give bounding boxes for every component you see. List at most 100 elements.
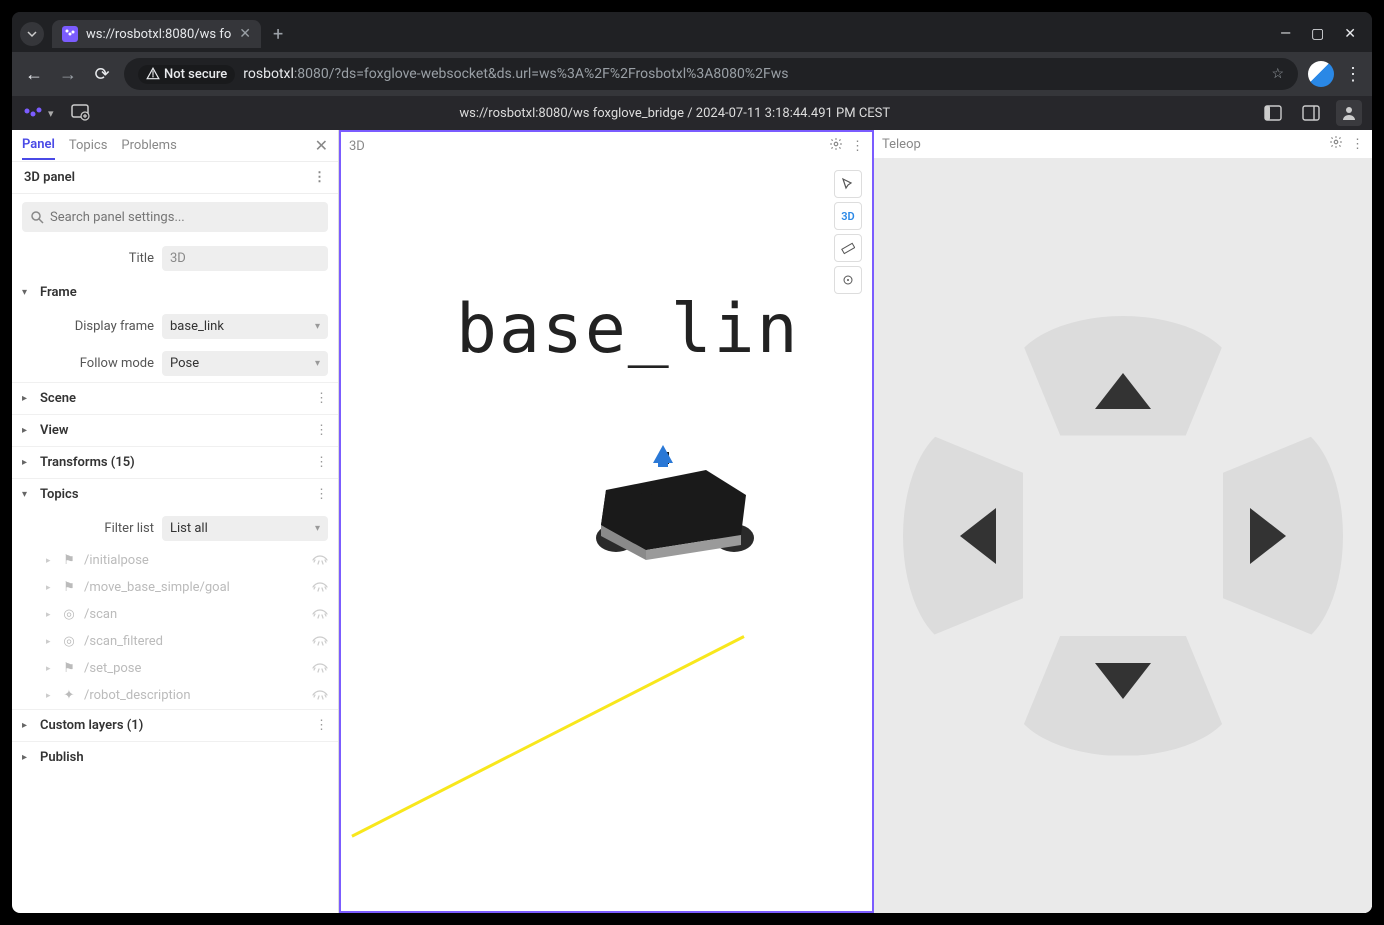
section-menu-button[interactable]: ⋮ (315, 487, 328, 502)
panel-menu-button[interactable]: ⋮ (313, 170, 326, 185)
follow-mode-label: Follow mode (36, 356, 154, 371)
section-transforms[interactable]: ▸ Transforms (15) ⋮ (12, 446, 338, 478)
chevron-right-icon: ▸ (46, 691, 54, 701)
tab-strip: ws://rosbotxl:8080/ws fo ✕ + — ▢ ✕ (12, 12, 1372, 52)
browser-menu-button[interactable]: ⋮ (1344, 64, 1362, 85)
dpad-right-button[interactable] (1223, 424, 1343, 648)
app-logo-icon[interactable] (22, 102, 44, 124)
filter-list-label: Filter list (36, 521, 154, 536)
recenter-button[interactable] (834, 266, 862, 294)
panel-settings-button[interactable] (1329, 135, 1343, 153)
section-topics[interactable]: ▾ Topics ⋮ (12, 478, 338, 510)
new-tab-button[interactable]: + (273, 24, 283, 45)
maximize-button[interactable]: ▢ (1311, 26, 1324, 42)
dpad-down-button[interactable] (1011, 636, 1235, 756)
visibility-toggle[interactable] (312, 554, 328, 568)
panel-title: 3D panel (24, 170, 75, 185)
chevron-right-icon: ▸ (22, 752, 32, 763)
section-scene[interactable]: ▸ Scene ⋮ (12, 382, 338, 414)
3d-panel-title: 3D (349, 139, 821, 154)
section-publish[interactable]: ▸ Publish (12, 741, 338, 773)
chevron-right-icon: ▸ (46, 637, 54, 647)
section-menu-button[interactable]: ⋮ (315, 423, 328, 438)
forward-button[interactable]: → (56, 64, 80, 85)
visibility-toggle[interactable] (312, 689, 328, 703)
reload-button[interactable]: ⟳ (90, 64, 114, 85)
chevron-right-icon: ▸ (22, 393, 32, 404)
chevron-right-icon: ▸ (22, 425, 32, 436)
teleop-dpad (903, 316, 1343, 756)
chevron-right-icon: ▸ (22, 720, 32, 731)
tab-problems[interactable]: Problems (121, 132, 176, 159)
target-icon (842, 274, 854, 286)
visibility-toggle[interactable] (312, 581, 328, 595)
section-menu-button[interactable]: ⋮ (315, 391, 328, 406)
tab-panel[interactable]: Panel (22, 131, 55, 160)
chevron-down-icon: ▾ (22, 489, 32, 500)
chevron-right-icon: ▸ (46, 664, 54, 674)
right-sidebar-toggle[interactable] (1298, 100, 1324, 126)
topic-row[interactable]: ▸ ⚑ /set_pose (12, 655, 338, 682)
section-menu-button[interactable]: ⋮ (315, 718, 328, 733)
filter-list-select[interactable]: List all▾ (162, 516, 328, 541)
sidebar-close-button[interactable]: ✕ (315, 136, 328, 155)
dpad-up-button[interactable] (1011, 316, 1235, 436)
measure-tool-button[interactable] (834, 234, 862, 262)
visibility-toggle[interactable] (312, 608, 328, 622)
bookmark-button[interactable]: ☆ (1271, 66, 1284, 82)
chevron-down-icon: ▾ (22, 287, 32, 298)
profile-avatar[interactable] (1308, 61, 1334, 87)
panel-menu-button[interactable]: ⋮ (851, 139, 864, 154)
browser-tab[interactable]: ws://rosbotxl:8080/ws fo ✕ (52, 20, 261, 48)
visibility-toggle[interactable] (312, 635, 328, 649)
display-frame-select[interactable]: base_link▾ (162, 314, 328, 339)
section-menu-button[interactable]: ⋮ (315, 455, 328, 470)
panel-menu-button[interactable]: ⋮ (1351, 137, 1364, 152)
address-bar[interactable]: Not secure rosbotxl:8080/?ds=foxglove-we… (124, 58, 1298, 90)
app-menu-button[interactable]: ▾ (48, 107, 54, 120)
chevron-right-icon: ▸ (46, 610, 54, 620)
chevron-right-icon: ▸ (46, 583, 54, 593)
select-tool-button[interactable] (834, 170, 862, 198)
panel-settings-button[interactable] (829, 137, 843, 155)
warning-icon (146, 67, 160, 81)
favicon-icon (62, 26, 78, 42)
user-avatar[interactable] (1336, 100, 1362, 126)
topic-row[interactable]: ▸ ✦ /robot_description (12, 682, 338, 709)
topic-row[interactable]: ▸ ◎ /scan_filtered (12, 628, 338, 655)
3d-panel[interactable]: 3D ⋮ 3D (339, 130, 874, 913)
tab-topics[interactable]: Topics (69, 132, 108, 159)
settings-search[interactable] (22, 202, 328, 232)
display-frame-label: Display frame (36, 319, 154, 334)
section-view[interactable]: ▸ View ⋮ (12, 414, 338, 446)
url-text: rosbotxl:8080/?ds=foxglove-websocket&ds.… (243, 66, 788, 82)
title-input[interactable]: 3D (162, 246, 328, 271)
visibility-toggle[interactable] (312, 662, 328, 676)
security-badge[interactable]: Not secure (138, 65, 235, 84)
app-header: ▾ ws://rosbotxl:8080/ws foxglove_bridge … (12, 96, 1372, 130)
tab-title: ws://rosbotxl:8080/ws fo (86, 27, 231, 42)
search-icon (30, 210, 44, 224)
search-input[interactable] (50, 210, 320, 225)
section-custom-layers[interactable]: ▸ Custom layers (1) ⋮ (12, 709, 338, 741)
back-button[interactable]: ← (22, 64, 46, 85)
topic-row[interactable]: ▸ ⚑ /move_base_simple/goal (12, 574, 338, 601)
add-panel-button[interactable] (70, 101, 90, 125)
arrow-right-icon (1250, 508, 1286, 564)
3d-viewport[interactable]: 3D base_lin (341, 160, 872, 911)
close-window-button[interactable]: ✕ (1344, 26, 1356, 42)
topic-row[interactable]: ▸ ⚑ /initialpose (12, 547, 338, 574)
tab-search-button[interactable] (20, 22, 44, 46)
left-sidebar-toggle[interactable] (1260, 100, 1286, 126)
robot-model (586, 440, 756, 550)
robot-icon: ✦ (62, 688, 76, 703)
section-frame[interactable]: ▾ Frame (12, 277, 338, 308)
arrow-left-icon (960, 508, 996, 564)
target-icon: ◎ (62, 634, 76, 649)
tab-close-button[interactable]: ✕ (239, 26, 251, 42)
follow-mode-select[interactable]: Pose▾ (162, 351, 328, 376)
3d-mode-button[interactable]: 3D (834, 202, 862, 230)
dpad-left-button[interactable] (903, 424, 1023, 648)
minimize-button[interactable]: — (1280, 26, 1291, 42)
topic-row[interactable]: ▸ ◎ /scan (12, 601, 338, 628)
